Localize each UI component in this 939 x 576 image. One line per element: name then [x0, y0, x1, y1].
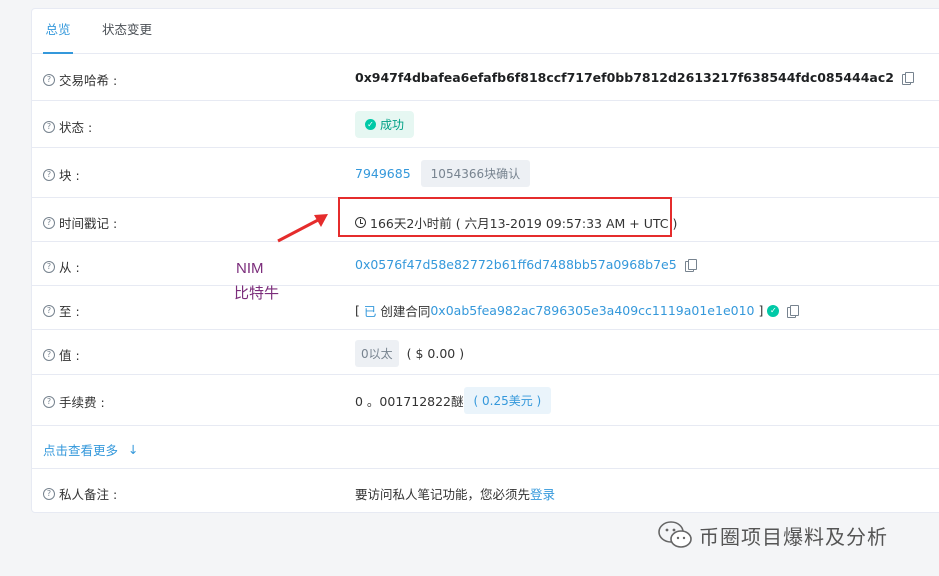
value-label: 值 : — [59, 348, 80, 363]
fee-usd-badge: ( 0.25美元 ) — [463, 387, 552, 414]
question-icon: ? — [43, 348, 55, 361]
status-label: 状态 : — [59, 120, 93, 135]
verified-check-icon: ✓ — [767, 304, 780, 317]
row-value: ? 值 : 0以太 ( $ 0.00 ) — [32, 330, 939, 375]
note-text: 要访问私人笔记功能，您必须先 — [355, 487, 531, 502]
confirmations-badge: 1054366块确认 — [420, 160, 531, 187]
annotation-line1: NIM — [236, 260, 264, 277]
question-icon: ? — [43, 168, 55, 181]
transaction-card: 总览 状态变更 ? 交易哈希 : 0x947f4dbafea6efafb6f81… — [31, 8, 939, 513]
from-label: 从 : — [59, 260, 80, 275]
row-to: ? 至 : [ 已 创建合同 0x0ab5fea982ac7896305e3a4… — [32, 286, 939, 330]
contract-address-link[interactable]: 0x0ab5fea982ac7896305e3a409cc1119a01e1e0… — [430, 303, 754, 318]
question-icon: ? — [43, 395, 55, 408]
from-address-link[interactable]: 0x0576f47d58e82772b61ff6d7488bb57a0968b7… — [355, 257, 677, 272]
status-badge: ✓ 成功 — [355, 111, 415, 138]
annotation-line2: 比特牛 — [234, 285, 280, 302]
copy-icon[interactable] — [901, 71, 914, 85]
question-icon: ? — [43, 260, 55, 273]
show-more-link[interactable]: 点击查看更多 ↓ — [43, 440, 139, 459]
check-circle-icon: ✓ — [365, 119, 376, 130]
note-label: 私人备注 : — [59, 487, 118, 502]
highlight-box — [338, 197, 672, 237]
arrow-down-icon: ↓ — [128, 442, 139, 457]
show-more-label: 点击查看更多 — [43, 443, 119, 458]
value-amount-badge: 0以太 — [355, 340, 399, 367]
row-fee: ? 手续费 : 0 。001712822醚 ( 0.25美元 ) — [32, 375, 939, 426]
tab-bar: 总览 状态变更 — [32, 9, 939, 54]
row-more: 点击查看更多 ↓ — [32, 426, 939, 469]
copy-icon[interactable] — [684, 258, 697, 272]
copy-icon[interactable] — [787, 304, 800, 318]
row-block: ? 块 : 7949685 1054366块确认 — [32, 148, 939, 198]
timestamp-label: 时间戳记 : — [59, 216, 118, 231]
annotation-arrow-icon — [277, 214, 328, 243]
row-status: ? 状态 : ✓ 成功 — [32, 101, 939, 148]
row-from: ? 从 : 0x0576f47d58e82772b61ff6d7488bb57a… — [32, 242, 939, 286]
row-tx-hash: ? 交易哈希 : 0x947f4dbafea6efafb6f818ccf717e… — [32, 54, 939, 101]
watermark-text: 币圈项目爆料及分析 — [699, 524, 888, 549]
fee-amount: 0 。001712822醚 — [355, 394, 464, 409]
tx-hash-label: 交易哈希 : — [59, 73, 118, 88]
question-icon: ? — [43, 73, 55, 86]
question-icon: ? — [43, 120, 55, 133]
tx-hash-value: 0x947f4dbafea6efafb6f818ccf717ef0bb7812d… — [355, 70, 894, 85]
to-prefix: [ — [355, 303, 364, 318]
login-link[interactable]: 登录 — [530, 484, 555, 503]
question-icon: ? — [43, 216, 55, 229]
tab-overview[interactable]: 总览 — [43, 9, 73, 54]
contract-created-label: 已 — [363, 304, 377, 319]
to-suffix: ] — [754, 303, 764, 318]
wechat-icon — [658, 521, 692, 548]
to-label: 至 : — [59, 304, 80, 319]
value-usd: ( $ 0.00 ) — [406, 346, 465, 361]
row-private-note: ? 私人备注 : 要访问私人笔记功能，您必须先 登录 — [32, 469, 939, 512]
tab-state-changes[interactable]: 状态变更 — [102, 9, 152, 54]
status-value: 成功 — [380, 118, 405, 132]
watermark: 币圈项目爆料及分析 — [657, 520, 888, 550]
block-label: 块 : — [59, 168, 80, 183]
question-icon: ? — [43, 487, 55, 500]
question-icon: ? — [43, 304, 55, 317]
block-number-link[interactable]: 7949685 — [355, 166, 411, 181]
fee-label: 手续费 : — [59, 395, 105, 410]
contract-created-text: 创建合同 — [376, 304, 431, 319]
